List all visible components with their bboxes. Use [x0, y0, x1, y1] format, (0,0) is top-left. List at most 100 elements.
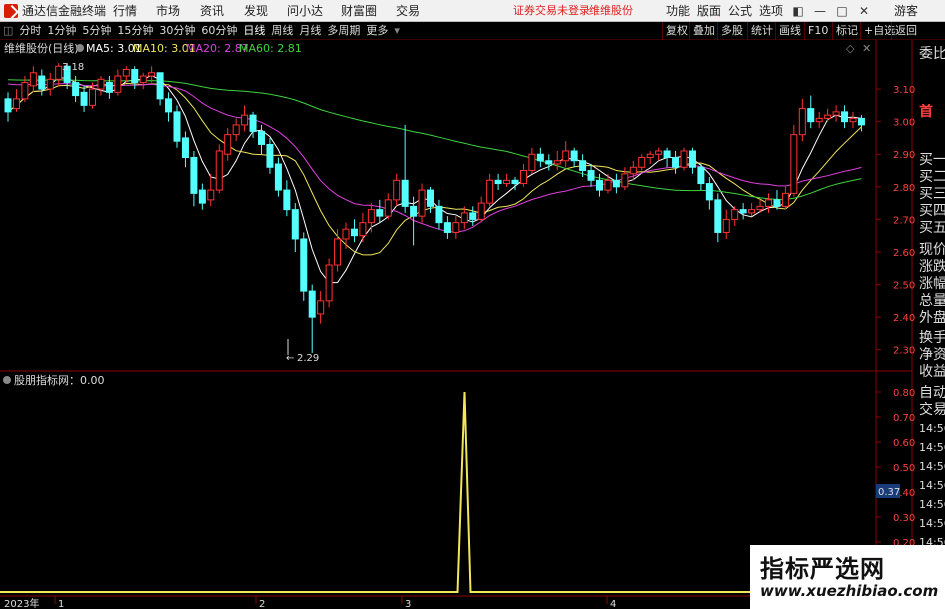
close-pane-icon[interactable]: ✕: [862, 42, 871, 55]
period-60min[interactable]: 60分钟: [198, 22, 240, 40]
candle-down: [536, 153, 544, 162]
candle-up: [528, 153, 536, 172]
candle-up: [629, 166, 637, 175]
candle-down: [857, 117, 865, 126]
period-multi[interactable]: 多周期: [324, 22, 363, 40]
menu-ask[interactable]: 问小达: [287, 0, 323, 22]
menu-formula[interactable]: 公式: [728, 0, 752, 22]
sub-indicator-label: 股朋指标网：0.00: [14, 373, 105, 387]
btn-f10[interactable]: F10: [804, 22, 831, 40]
menu-functions[interactable]: 功能: [666, 0, 690, 22]
sub-tick-label: 0.70: [893, 413, 915, 424]
indicator-toggle-icon[interactable]: [76, 44, 84, 52]
toggle-icon[interactable]: ◫: [0, 22, 16, 40]
price-tick-label: 2.40: [893, 313, 915, 324]
side-row-buy4: 买四: [919, 203, 945, 219]
period-30min[interactable]: 30分钟: [156, 22, 198, 40]
candle-down: [714, 199, 722, 233]
side-row-volume: 总量: [919, 293, 945, 309]
current-value: 0.37: [878, 487, 900, 498]
candle-up: [207, 189, 215, 201]
candle-up: [798, 108, 806, 136]
minimize-icon[interactable]: —: [809, 0, 831, 22]
chevron-down-icon[interactable]: ▾: [391, 22, 403, 40]
period-15min[interactable]: 15分钟: [114, 22, 156, 40]
candle-up: [334, 238, 342, 266]
candle-up: [604, 179, 612, 191]
candle-down: [181, 137, 189, 158]
candle-up: [342, 228, 350, 240]
candle-up: [638, 156, 646, 168]
app-logo-icon: [4, 3, 18, 18]
candle-up: [562, 150, 570, 162]
candle-up: [503, 179, 511, 185]
settings-diamond-icon[interactable]: ◇: [846, 42, 855, 55]
period-5min[interactable]: 5分钟: [79, 22, 114, 40]
tick-time: 14:56: [919, 479, 945, 492]
btn-back[interactable]: 返回: [891, 22, 920, 40]
x-label-year: 2023年: [4, 597, 39, 609]
candle-down: [435, 205, 443, 224]
btn-mark[interactable]: 标记: [832, 22, 861, 40]
period-daily[interactable]: 日线: [240, 22, 268, 40]
side-row-auto: 自动: [919, 385, 945, 401]
period-weekly[interactable]: 周线: [268, 22, 296, 40]
candle-down: [173, 111, 181, 142]
maximize-icon[interactable]: □: [831, 0, 853, 22]
price-tick-label: 2.30: [893, 346, 915, 357]
menu-market[interactable]: 行情: [113, 0, 137, 22]
menu-layout[interactable]: 版面: [697, 0, 721, 22]
candle-down: [587, 170, 595, 181]
ma5-line: [7, 74, 862, 284]
menu-wealth[interactable]: 财富圈: [341, 0, 377, 22]
candle-up: [384, 199, 392, 217]
candle-down: [579, 160, 587, 172]
menu-markets[interactable]: 市场: [156, 0, 180, 22]
candle-up: [460, 212, 468, 224]
btn-restore-rights[interactable]: 复权: [662, 22, 691, 40]
candle-down: [773, 199, 781, 207]
candle-up: [756, 205, 764, 211]
tick-time: 14:56: [919, 441, 945, 454]
candle-down: [596, 179, 603, 191]
ma60-line: [7, 79, 862, 200]
btn-multi-stock[interactable]: 多股: [717, 22, 746, 40]
btn-overlay[interactable]: 叠加: [689, 22, 718, 40]
candle-up: [139, 75, 147, 84]
kline-chart[interactable]: 维维股份(日线) MA5: 3.01 MA10: 3.01 MA20: 2.87…: [0, 40, 945, 609]
period-intraday[interactable]: 分时: [16, 22, 44, 40]
guest-label[interactable]: 游客: [894, 0, 918, 22]
candle-down: [739, 209, 747, 214]
side-top-label: 委比: [919, 46, 945, 62]
sub-indicator-toggle-icon[interactable]: [3, 376, 11, 384]
x-label-mar: 3: [405, 599, 411, 609]
candle-up: [722, 218, 730, 233]
menu-trade[interactable]: 交易: [396, 0, 420, 22]
menu-options[interactable]: 选项: [759, 0, 783, 22]
candle-down: [291, 209, 299, 240]
period-more[interactable]: 更多: [363, 22, 391, 40]
watermark-title: 指标严选网: [760, 555, 885, 583]
candle-down: [4, 98, 12, 113]
btn-statistics[interactable]: 统计: [747, 22, 776, 40]
candle-down: [688, 150, 696, 168]
menu-discover[interactable]: 发现: [244, 0, 268, 22]
menu-news[interactable]: 资讯: [200, 0, 224, 22]
app-name: 通达信金融终端: [22, 3, 107, 18]
login-status[interactable]: 证券交易未登录: [513, 0, 590, 22]
side-row-turnover: 换手: [919, 330, 945, 346]
x-label-apr: 4: [610, 599, 616, 609]
skin-icon[interactable]: ◧: [787, 0, 809, 22]
candle-up: [731, 209, 739, 220]
candle-up: [790, 134, 798, 194]
btn-draw-line[interactable]: 画线: [775, 22, 804, 40]
period-1min[interactable]: 1分钟: [44, 22, 79, 40]
close-icon[interactable]: ✕: [853, 0, 875, 22]
side-row-buy2: 买二: [919, 169, 945, 185]
candle-up: [29, 72, 37, 87]
stock-link[interactable]: 维维股份: [589, 0, 633, 22]
candle-up: [477, 202, 485, 220]
period-monthly[interactable]: 月线: [296, 22, 324, 40]
watermark-url: www.xuezhibiao.com: [760, 582, 939, 600]
price-tick-label: 2.90: [893, 150, 915, 161]
